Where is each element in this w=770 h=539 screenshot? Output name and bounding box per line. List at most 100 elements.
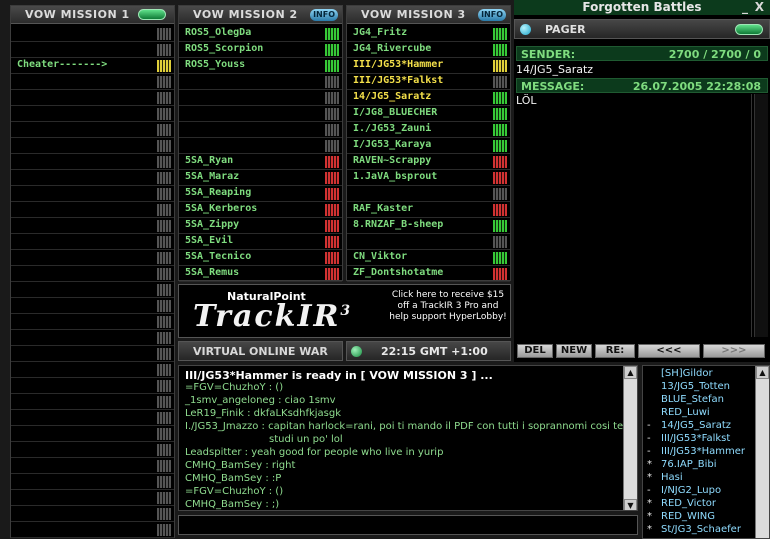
user-list-scrollbar[interactable]: ▲ <box>755 366 769 538</box>
mission-1-slot[interactable] <box>11 490 174 506</box>
mission-2-slot[interactable]: 5SA_Reaping <box>179 186 342 202</box>
mission-1-slot[interactable] <box>11 202 174 218</box>
mission-1-slot[interactable]: Cheater-------> <box>11 58 174 74</box>
mission-1-slot[interactable] <box>11 394 174 410</box>
mission-1-slot[interactable] <box>11 138 174 154</box>
mission-1-slot[interactable] <box>11 282 174 298</box>
mission-2-slot[interactable]: 5SA_Ryan <box>179 154 342 170</box>
minimize-button[interactable]: _ <box>742 0 748 14</box>
signal-bars-icon <box>157 156 171 168</box>
mission-2-slot[interactable]: 5SA_Kerberos <box>179 202 342 218</box>
mission-1-slot[interactable] <box>11 522 174 538</box>
mission-2-slot[interactable]: ROS5_Youss <box>179 58 342 74</box>
mission-1-slot[interactable] <box>11 426 174 442</box>
mission-2-slot[interactable]: 5SA_Zippy <box>179 218 342 234</box>
mission-1-slot[interactable] <box>11 378 174 394</box>
mission-1-slot[interactable] <box>11 186 174 202</box>
trackir-ad-banner[interactable]: NaturalPoint TrackIR3 Click here to rece… <box>178 284 511 338</box>
user-list-item[interactable]: BLUE_Stefan <box>647 394 724 405</box>
mission-2-slot[interactable]: 5SA_Evil <box>179 234 342 250</box>
mission-1-slot[interactable] <box>11 474 174 490</box>
mission-1-slot[interactable] <box>11 506 174 522</box>
mission-3-slot[interactable]: III/JG53*Falkst <box>347 74 510 90</box>
mission-1-slot[interactable] <box>11 298 174 314</box>
mission-3-slot[interactable]: JG4_Rivercube <box>347 42 510 58</box>
mission-1-slot[interactable] <box>11 346 174 362</box>
mission-2-slot[interactable]: 5SA_Tecnico <box>179 250 342 266</box>
user-list-item[interactable]: -14/JG5_Saratz <box>647 420 731 431</box>
signal-bars-icon <box>157 92 171 104</box>
user-list-item[interactable]: * 76.IAP_Bibi <box>647 459 717 470</box>
mission-1-slot[interactable] <box>11 314 174 330</box>
mission-2-slot[interactable] <box>179 138 342 154</box>
close-button[interactable]: X <box>755 0 764 14</box>
mission-1-slot[interactable] <box>11 218 174 234</box>
mission-1-slot[interactable] <box>11 234 174 250</box>
mission-3-slot[interactable]: I./JG53_Zauni <box>347 122 510 138</box>
mission-3-slot[interactable]: RAF_Kaster <box>347 202 510 218</box>
mission-1-slot[interactable] <box>11 90 174 106</box>
mission-1-slot[interactable] <box>11 106 174 122</box>
mission-1-slot[interactable] <box>11 42 174 58</box>
mission-3-slot[interactable]: I/JG53_Karaya <box>347 138 510 154</box>
mission-3-slot[interactable]: III/JG53*Hammer <box>347 58 510 74</box>
next-button[interactable]: >>> <box>703 344 765 358</box>
delete-button[interactable]: DEL <box>517 344 553 358</box>
mission-1-toggle-button[interactable] <box>138 9 166 20</box>
mission-2-slot[interactable]: ROS5_OlegDa <box>179 26 342 42</box>
mission-1-slot[interactable] <box>11 442 174 458</box>
mission-1-slot[interactable] <box>11 458 174 474</box>
mission-3-slot[interactable]: ZF_Dontshotatme <box>347 266 510 282</box>
chat-scrollbar[interactable]: ▲ ▼ <box>623 366 637 510</box>
mission-1-slot[interactable] <box>11 330 174 346</box>
mission-1-slot[interactable] <box>11 362 174 378</box>
mission-3-info-button[interactable]: INFO <box>478 9 506 21</box>
mission-3-slot[interactable]: 14/JG5_Saratz <box>347 90 510 106</box>
mission-2-slot[interactable]: ROS5_Scorpion <box>179 42 342 58</box>
mission-1-slot[interactable] <box>11 74 174 90</box>
mission-1-slot[interactable] <box>11 250 174 266</box>
mission-1-slot[interactable] <box>11 154 174 170</box>
prev-button[interactable]: <<< <box>638 344 700 358</box>
mission-2-slot[interactable] <box>179 90 342 106</box>
user-list-item[interactable]: - III/JG53*Hammer <box>647 446 745 457</box>
user-scroll-up-icon[interactable]: ▲ <box>756 366 769 379</box>
reply-button[interactable]: RE: <box>595 344 635 358</box>
user-list-item[interactable]: 13/JG5_Totten <box>647 381 730 392</box>
user-list-item[interactable]: [SH]Gildor <box>647 368 713 379</box>
mission-3-slot[interactable]: 8.RNZAF_B-sheep <box>347 218 510 234</box>
user-list-item[interactable]: * St/JG3_Schaefer <box>647 524 741 535</box>
scroll-up-icon[interactable]: ▲ <box>624 366 637 379</box>
mission-3-slot[interactable] <box>347 234 510 250</box>
mission-2-slot[interactable]: 5SA_Remus <box>179 266 342 282</box>
mission-1-slot[interactable] <box>11 410 174 426</box>
new-button[interactable]: NEW <box>556 344 592 358</box>
mission-3-slot[interactable]: I/JG8_BLUECHER <box>347 106 510 122</box>
user-list-item[interactable]: - III/JG53*Falkst <box>647 433 730 444</box>
pager-scrollbar[interactable] <box>754 94 768 337</box>
mission-3-slot[interactable]: 1.JaVA_bsprout <box>347 170 510 186</box>
mission-3-slot[interactable]: RAVEN~Scrappy <box>347 154 510 170</box>
user-list-item[interactable]: RED_Luwi <box>647 407 710 418</box>
scroll-down-icon[interactable]: ▼ <box>624 499 637 510</box>
user-list-item[interactable]: - I/NJG2_Lupo <box>647 485 721 496</box>
mission-1-slot[interactable] <box>11 122 174 138</box>
mission-2-info-button[interactable]: INFO <box>310 9 338 21</box>
mission-3-slot[interactable]: CN_Viktor <box>347 250 510 266</box>
mission-1-slot[interactable] <box>11 266 174 282</box>
mission-1-slot[interactable] <box>11 170 174 186</box>
mission-2-slot[interactable]: 5SA_Maraz <box>179 170 342 186</box>
mission-1-slot[interactable] <box>11 26 174 42</box>
mission-3-slot[interactable]: JG4_Fritz <box>347 26 510 42</box>
user-list-item[interactable]: * RED_Victor <box>647 498 716 509</box>
ad-brand-sup: 3 <box>340 303 353 319</box>
mission-3-slot[interactable] <box>347 186 510 202</box>
mission-2-slot[interactable] <box>179 106 342 122</box>
mission-2-slot[interactable] <box>179 122 342 138</box>
chat-input[interactable] <box>178 515 638 535</box>
mission-2-slot[interactable] <box>179 74 342 90</box>
player-name: JG4_Fritz <box>353 27 408 38</box>
user-list-item[interactable]: * Hasi <box>647 472 683 483</box>
user-list-item[interactable]: * RED_WING <box>647 511 715 522</box>
pager-toggle-button[interactable] <box>735 24 763 35</box>
